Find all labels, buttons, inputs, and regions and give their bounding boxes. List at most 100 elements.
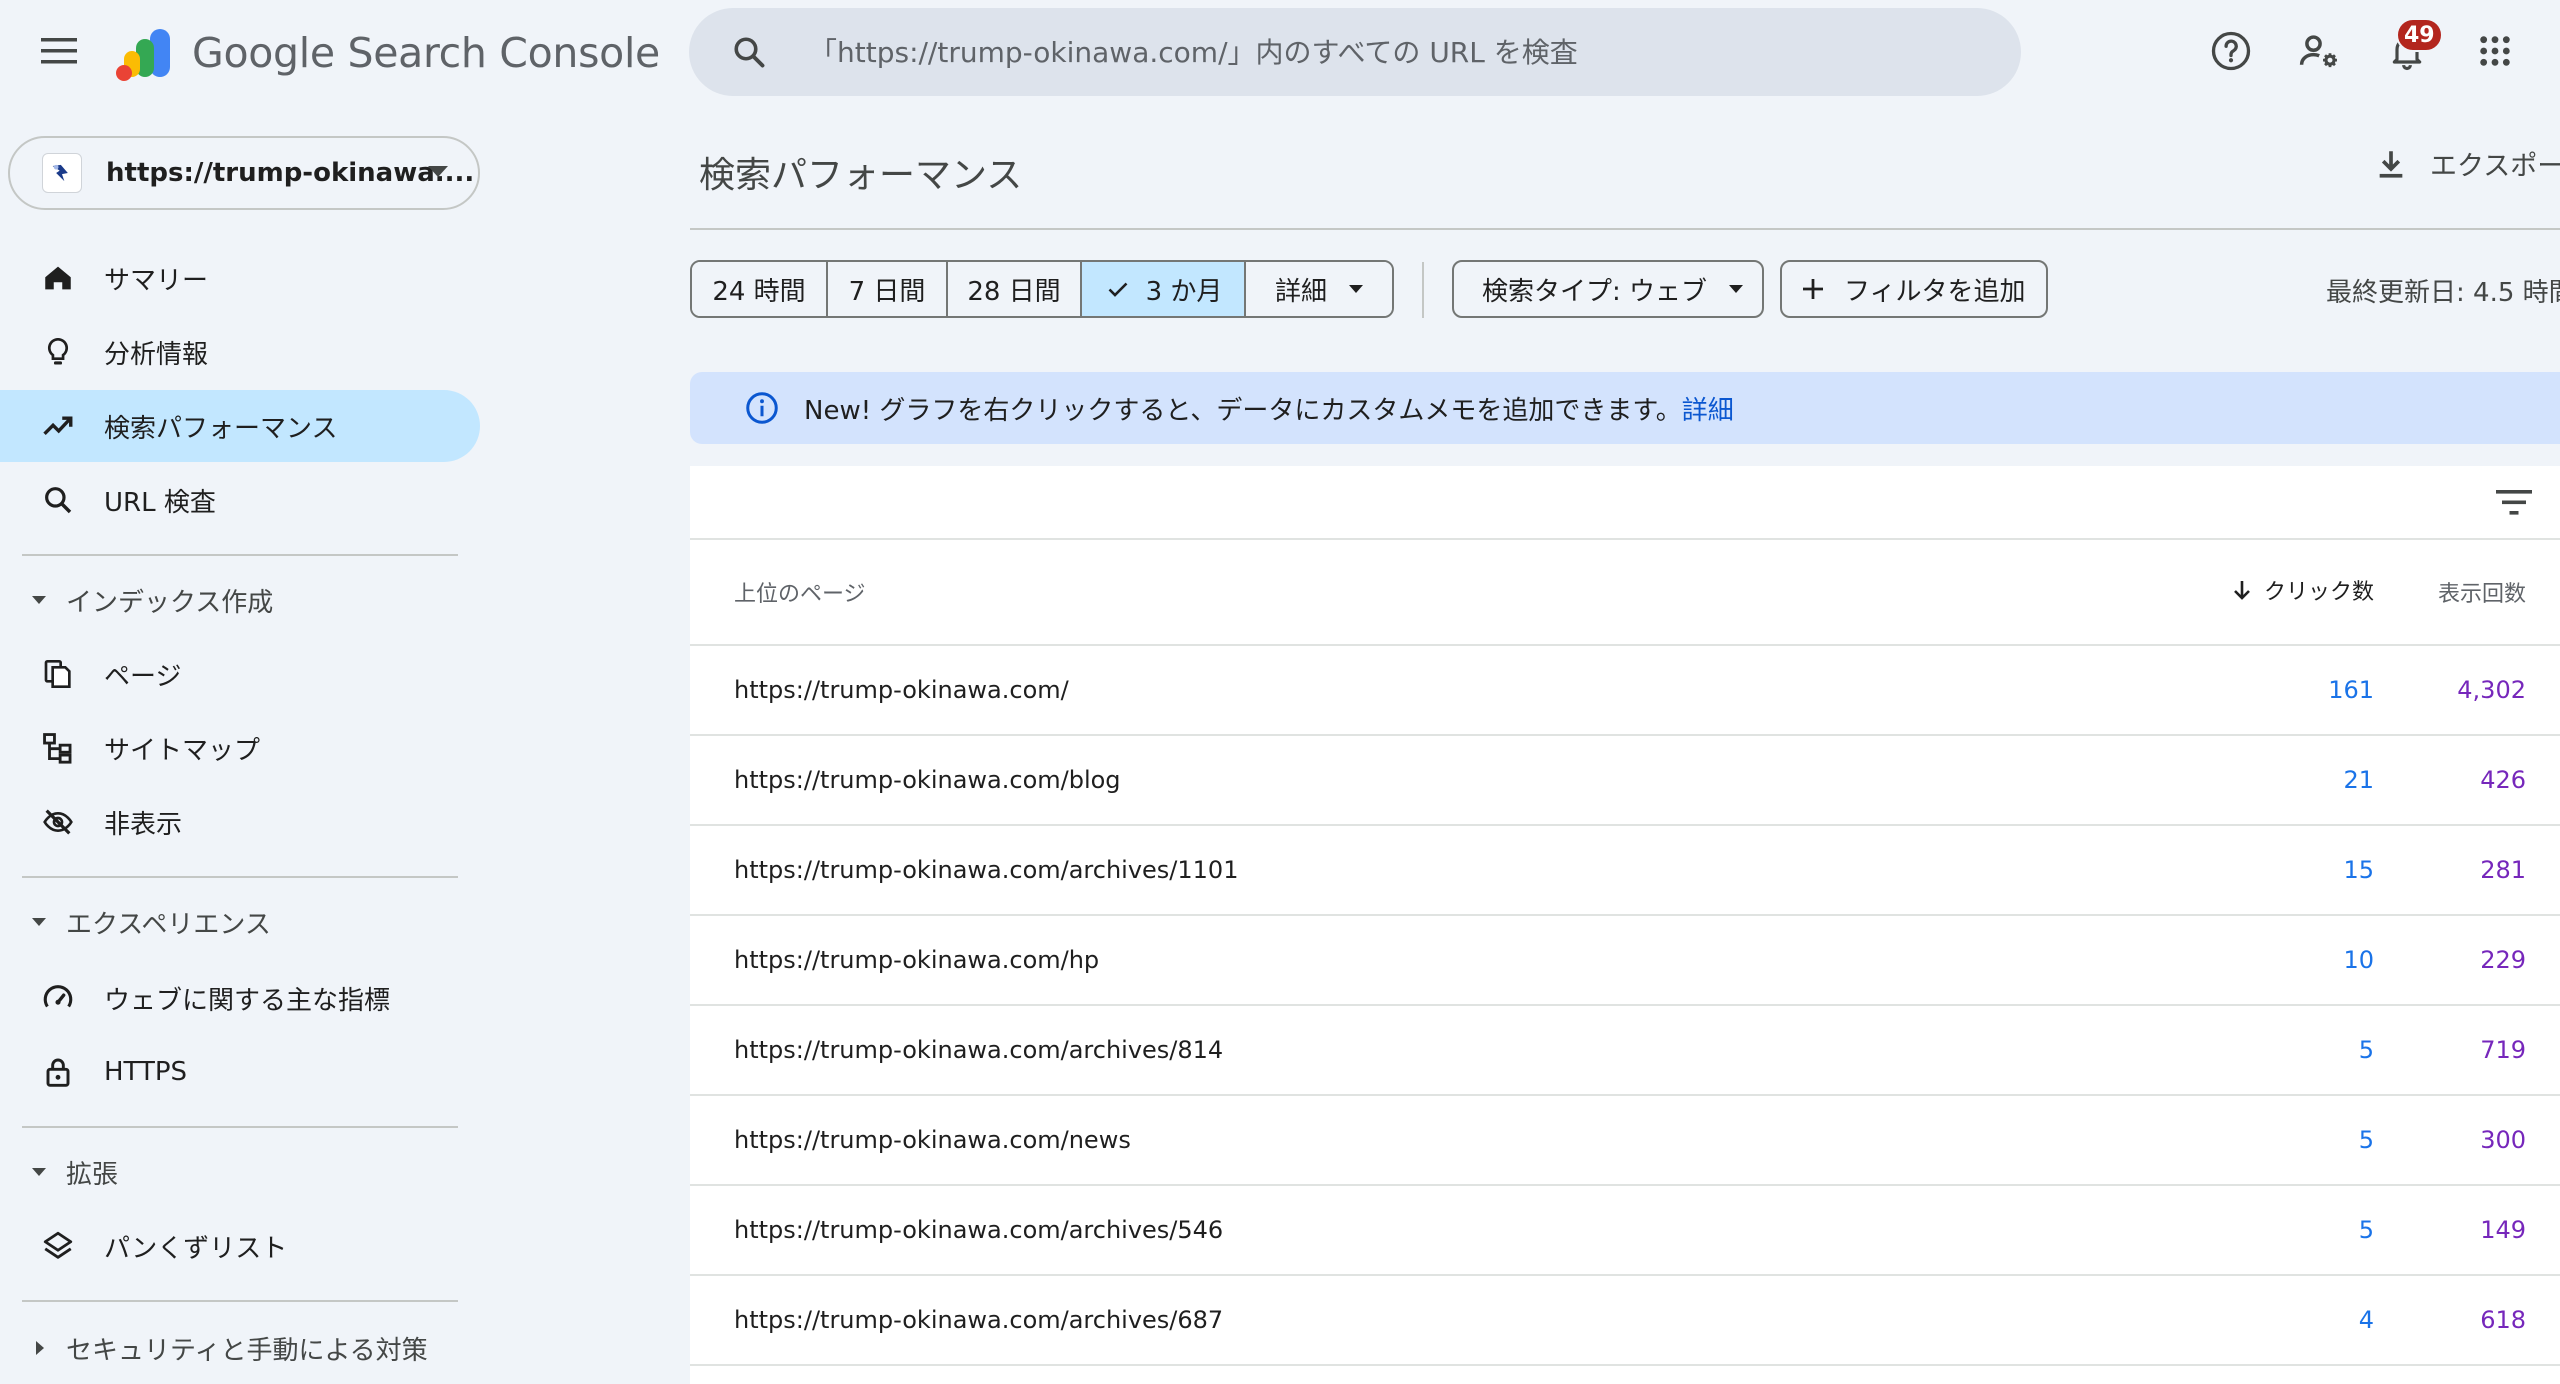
table-row[interactable]: https://trump-okinawa.com/blog 21 426 [690,736,2560,826]
impressions-cell: 618 [2480,1306,2526,1334]
search-type-label: 検索タイプ: ウェブ [1482,276,1708,307]
table-row[interactable]: https://trump-okinawa.com/news 5 300 [690,1096,2560,1186]
expand-caret-icon [36,1341,44,1355]
sidebar-section-security[interactable]: セキュリティと手動による対策 [0,1318,480,1378]
sidebar-item-breadcrumbs[interactable]: パンくずリスト [0,1210,480,1282]
sort-descending-arrow-icon [2234,581,2250,600]
search-console-page: Google Search Console 49 [0,0,2560,1384]
plus-icon [1803,279,1823,299]
help-icon [2211,31,2251,71]
column-header-impressions[interactable]: 表示回数 [2390,576,2526,608]
sidebar-item-label: 分析情報 [104,339,209,370]
table-row[interactable]: https://trump-okinawa.com/archives/814 5… [690,1006,2560,1096]
download-icon [2379,150,2403,178]
sidebar-section-enhancements[interactable]: 拡張 [0,1142,480,1202]
sidebar-item-https[interactable]: HTTPS [0,1036,480,1108]
search-type-filter[interactable]: 検索タイプ: ウェブ [1452,260,1764,318]
date-chip-label: 3 か月 [1145,276,1223,307]
sidebar-item-sitemaps[interactable]: サイトマップ [0,712,480,784]
date-chip-24h[interactable]: 24 時間 [692,262,828,316]
page-url-cell: https://trump-okinawa.com/archives/814 [734,1036,1224,1064]
sidebar-item-core-web-vitals[interactable]: ウェブに関する主な指標 [0,962,480,1034]
app-name: Google Search Console [192,29,660,77]
table-row[interactable]: https://trump-okinawa.com/archives/1101 … [690,826,2560,916]
apps-grid-icon [2480,36,2510,66]
banner-message: New! グラフを右クリックすると、データにカスタムメモを追加できます。詳細 [804,390,1734,427]
sidebar-item-label: HTTPS [104,1057,188,1087]
dropdown-caret-icon [1349,285,1363,293]
hamburger-menu-icon [41,38,77,64]
page-url-cell: https://trump-okinawa.com/archives/1101 [734,856,1239,884]
page-url-cell: https://trump-okinawa.com/ [734,676,1069,704]
property-favicon [42,153,82,193]
sidebar-section-experience[interactable]: エクスペリエンス [0,892,480,952]
table-row[interactable]: https://trump-okinawa.com/hp 10 229 [690,916,2560,1006]
sidebar-item-pages[interactable]: ページ [0,638,480,710]
trending-up-icon [38,406,78,446]
section-label: セキュリティと手動による対策 [66,1335,428,1366]
sidebar-item-insights[interactable]: 分析情報 [0,316,480,388]
check-icon [1108,282,1128,297]
sidebar-item-summary[interactable]: サマリー [0,242,480,314]
filter-separator [1422,262,1424,318]
clicks-cell: 5 [2358,1216,2374,1244]
notification-count-badge: 49 [2396,18,2443,52]
date-chip-28d[interactable]: 28 日間 [948,262,1082,316]
search-console-logo-icon [116,29,170,81]
sidebar-item-label: ウェブに関する主な指標 [104,985,391,1016]
last-updated-text: 最終更新日: 4.5 時間 [2326,278,2560,308]
hidden-eye-icon [38,802,78,842]
sidebar-divider [22,1300,458,1302]
main-menu-button[interactable] [30,22,88,80]
page-url-cell: https://trump-okinawa.com/blog [734,766,1121,794]
info-banner: New! グラフを右クリックすると、データにカスタムメモを追加できます。詳細 O… [690,372,2560,444]
collapse-caret-icon [32,1168,46,1176]
table-row[interactable]: https://trump-okinawa.com/archives/687 4… [690,1276,2560,1366]
lightbulb-icon [38,332,78,372]
add-filter-button[interactable]: フィルタを追加 [1780,260,2048,318]
date-chip-7d[interactable]: 7 日間 [828,262,948,316]
search-icon[interactable] [719,34,779,70]
sidebar-item-url-inspection[interactable]: URL 検査 [0,464,480,536]
date-chip-custom[interactable]: 詳細 [1246,262,1392,316]
help-button[interactable] [2202,22,2260,80]
date-range-chips: 24 時間 7 日間 28 日間 3 か月 詳細 [690,260,1394,318]
sidebar-item-search-performance[interactable]: 検索パフォーマンス [0,390,480,462]
url-inspection-search-bar[interactable] [689,8,2021,96]
export-button[interactable]: エクスポー [2374,144,2560,183]
sidebar-item-label: URL 検査 [104,487,216,518]
sidebar-section-indexing[interactable]: インデックス作成 [0,570,480,630]
clicks-cell: 21 [2343,766,2374,794]
page-title: 検索パフォーマンス [699,155,1023,196]
banner-learn-more-link[interactable]: 詳細 [1682,396,1734,426]
sidebar-divider [22,1126,458,1128]
page-url-cell: https://trump-okinawa.com/hp [734,946,1100,974]
sidebar-item-label: 非表示 [104,809,183,840]
clicks-cell: 161 [2328,676,2374,704]
impressions-cell: 149 [2480,1216,2526,1244]
table-row[interactable]: https://trump-okinawa.com/ 161 4,302 [690,646,2560,736]
user-settings-button[interactable] [2290,22,2348,80]
column-header-label: クリック数 [2263,580,2374,605]
impressions-cell: 719 [2480,1036,2526,1064]
impressions-cell: 229 [2480,946,2526,974]
section-label: 拡張 [66,1159,119,1190]
clicks-cell: 4 [2358,1306,2374,1334]
search-console-logo[interactable]: Google Search Console [114,22,660,84]
column-header-clicks[interactable]: クリック数 [2130,570,2374,610]
property-selector[interactable]: https://trump-okinawa.... [8,136,480,210]
table-filter-button[interactable] [2490,478,2538,526]
section-label: インデックス作成 [66,587,274,618]
property-url: https://trump-okinawa.... [106,158,475,188]
impressions-cell: 281 [2480,856,2526,884]
table-row[interactable]: https://trump-okinawa.com/archives/546 5… [690,1186,2560,1276]
search-icon [38,480,78,520]
collapse-caret-icon [32,918,46,926]
sidebar-item-removals[interactable]: 非表示 [0,786,480,858]
filter-list-icon [2496,490,2532,515]
page-url-cell: https://trump-okinawa.com/archives/546 [734,1216,1224,1244]
url-inspection-input[interactable] [779,8,2021,96]
date-chip-3m[interactable]: 3 か月 [1082,262,1246,316]
clicks-cell: 5 [2358,1036,2374,1064]
google-apps-button[interactable] [2466,22,2524,80]
